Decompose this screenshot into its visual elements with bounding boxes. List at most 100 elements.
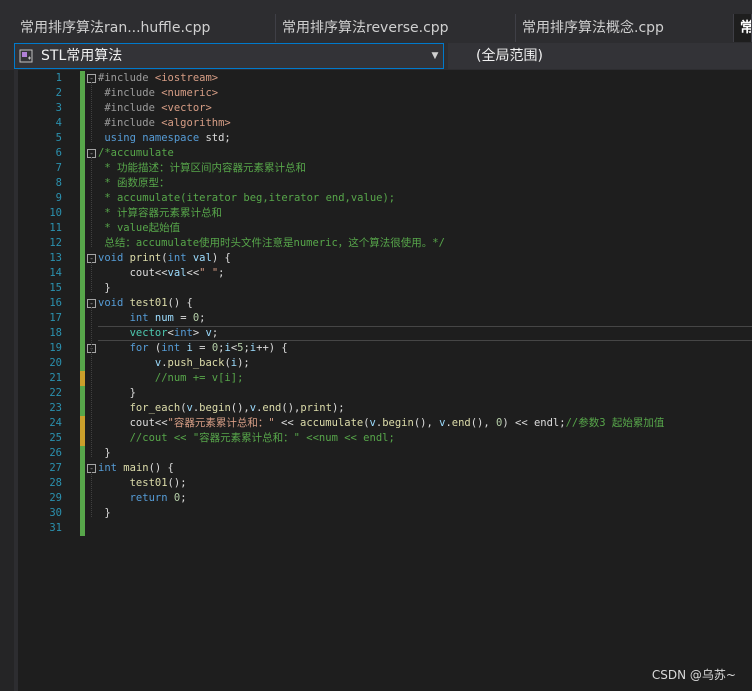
scope-dropdown[interactable]: STL常用算法 ▼: [14, 43, 444, 69]
member-label: (全局范围): [476, 48, 543, 64]
change-marker-saved: [80, 506, 85, 521]
code-line[interactable]: 19- for (int i = 0;i<5;i++) {: [14, 341, 752, 356]
change-marker-saved: [80, 386, 85, 401]
line-number: 30: [49, 507, 62, 519]
tab-active[interactable]: 常: [734, 14, 752, 42]
line-number: 12: [49, 237, 62, 249]
change-marker-saved: [80, 146, 85, 161]
code-text: void print(int val) {: [98, 252, 231, 264]
code-line[interactable]: 2 #include <numeric>: [14, 86, 752, 101]
code-line[interactable]: 26 }: [14, 446, 752, 461]
line-number: 1: [55, 72, 62, 84]
code-text: #include <iostream>: [98, 72, 219, 84]
code-line[interactable]: 31: [14, 521, 752, 536]
code-line[interactable]: 23 for_each(v.begin(),v.end(),print);: [14, 401, 752, 416]
code-line[interactable]: 24 cout<<"容器元素累计总和：" << accumulate(v.beg…: [14, 416, 752, 431]
line-number: 20: [49, 357, 62, 369]
code-line[interactable]: 16- void test01() {: [14, 296, 752, 311]
line-number: 9: [55, 192, 62, 204]
code-text: }: [98, 507, 111, 519]
tab-concept[interactable]: 常用排序算法概念.cpp: [516, 14, 734, 42]
code-text: vector<int> v;: [98, 327, 219, 339]
code-text: //num += v[i];: [98, 372, 244, 384]
change-marker-saved: [80, 221, 85, 236]
line-number: 22: [49, 387, 62, 399]
code-line[interactable]: 17 int num = 0;: [14, 311, 752, 326]
code-editor[interactable]: 1- #include <iostream> 2 #include <numeric…: [14, 70, 752, 691]
code-line[interactable]: 6-/*accumulate: [14, 146, 752, 161]
scope-label: STL常用算法: [41, 48, 123, 64]
change-marker-saved: [80, 356, 85, 371]
change-marker-saved: [80, 71, 85, 86]
code-text: //cout << "容器元素累计总和：" <<num << endl;: [98, 432, 395, 444]
change-marker-saved: [80, 341, 85, 356]
code-line[interactable]: 14 cout<<val<<" ";: [14, 266, 752, 281]
line-number: 4: [55, 117, 62, 129]
outline-guide: [91, 472, 92, 517]
code-line[interactable]: 8 * 函数原型：: [14, 176, 752, 191]
change-marker-saved: [80, 281, 85, 296]
line-number: 24: [49, 417, 62, 429]
change-marker-saved: [80, 236, 85, 251]
code-text: cout<<val<<" ";: [98, 267, 225, 279]
code-line[interactable]: 3 #include <vector>: [14, 101, 752, 116]
outline-guide: [91, 82, 92, 142]
code-text: test01();: [98, 477, 187, 489]
code-line[interactable]: 5 using namespace std;: [14, 131, 752, 146]
code-line[interactable]: 28 test01();: [14, 476, 752, 491]
code-line[interactable]: 21 //num += v[i];: [14, 371, 752, 386]
code-text: * 函数原型：: [98, 177, 170, 189]
code-line[interactable]: 29 return 0;: [14, 491, 752, 506]
code-line[interactable]: 9 * accumulate(iterator beg,iterator end…: [14, 191, 752, 206]
class-scope-icon: [19, 49, 33, 63]
code-line[interactable]: 4 #include <algorithm>: [14, 116, 752, 131]
change-marker-saved: [80, 326, 85, 341]
code-line[interactable]: 30 }: [14, 506, 752, 521]
line-number: 15: [49, 282, 62, 294]
tab-reverse[interactable]: 常用排序算法reverse.cpp: [276, 14, 516, 42]
code-line[interactable]: 22 }: [14, 386, 752, 401]
line-number: 17: [49, 312, 62, 324]
change-marker-saved: [80, 86, 85, 101]
code-line[interactable]: 11 * value起始值: [14, 221, 752, 236]
line-number: 13: [49, 252, 62, 264]
code-text: 总结：accumulate使用时头文件注意是numeric，这个算法很使用。*/: [98, 237, 445, 249]
code-line[interactable]: 18 vector<int> v;: [14, 326, 752, 341]
code-text: void test01() {: [98, 297, 193, 309]
code-text: int num = 0;: [98, 312, 206, 324]
code-line[interactable]: 20 v.push_back(i);: [14, 356, 752, 371]
outline-guide: [91, 352, 92, 397]
change-marker-modified: [80, 431, 85, 446]
code-text: /*accumulate: [98, 147, 174, 159]
code-line[interactable]: 10 * 计算容器元素累计总和: [14, 206, 752, 221]
code-text: * 计算容器元素累计总和: [98, 207, 222, 219]
code-line[interactable]: 1- #include <iostream>: [14, 71, 752, 86]
line-number: 31: [49, 522, 62, 534]
watermark: CSDN @乌苏~: [651, 668, 736, 682]
code-text: v.push_back(i);: [98, 357, 250, 369]
line-number: 29: [49, 492, 62, 504]
code-line[interactable]: 15 }: [14, 281, 752, 296]
code-line[interactable]: 13- void print(int val) {: [14, 251, 752, 266]
code-line[interactable]: 7 * 功能描述：计算区间内容器元素累计总和: [14, 161, 752, 176]
change-marker-modified: [80, 371, 85, 386]
line-number: 8: [55, 177, 62, 189]
code-line[interactable]: 25 //cout << "容器元素累计总和：" <<num << endl;: [14, 431, 752, 446]
line-number: 25: [49, 432, 62, 444]
code-line[interactable]: 27- int main() {: [14, 461, 752, 476]
code-text: for_each(v.begin(),v.end(),print);: [98, 402, 345, 414]
line-number: 11: [49, 222, 62, 234]
change-marker-modified: [80, 416, 85, 431]
line-number: 16: [49, 297, 62, 309]
navigation-bar: STL常用算法 ▼ (全局范围): [0, 42, 752, 70]
code-text: * accumulate(iterator beg,iterator end,v…: [98, 192, 396, 204]
member-dropdown[interactable]: (全局范围): [448, 43, 752, 69]
line-number: 3: [55, 102, 62, 114]
code-text: }: [98, 447, 111, 459]
code-text: #include <algorithm>: [98, 117, 231, 129]
code-line[interactable]: 12 总结：accumulate使用时头文件注意是numeric，这个算法很使用…: [14, 236, 752, 251]
change-marker-saved: [80, 521, 85, 536]
tab-shuffle[interactable]: 常用排序算法ran...huffle.cpp: [14, 14, 276, 42]
chevron-down-icon[interactable]: ▼: [427, 44, 443, 68]
change-marker-saved: [80, 116, 85, 131]
